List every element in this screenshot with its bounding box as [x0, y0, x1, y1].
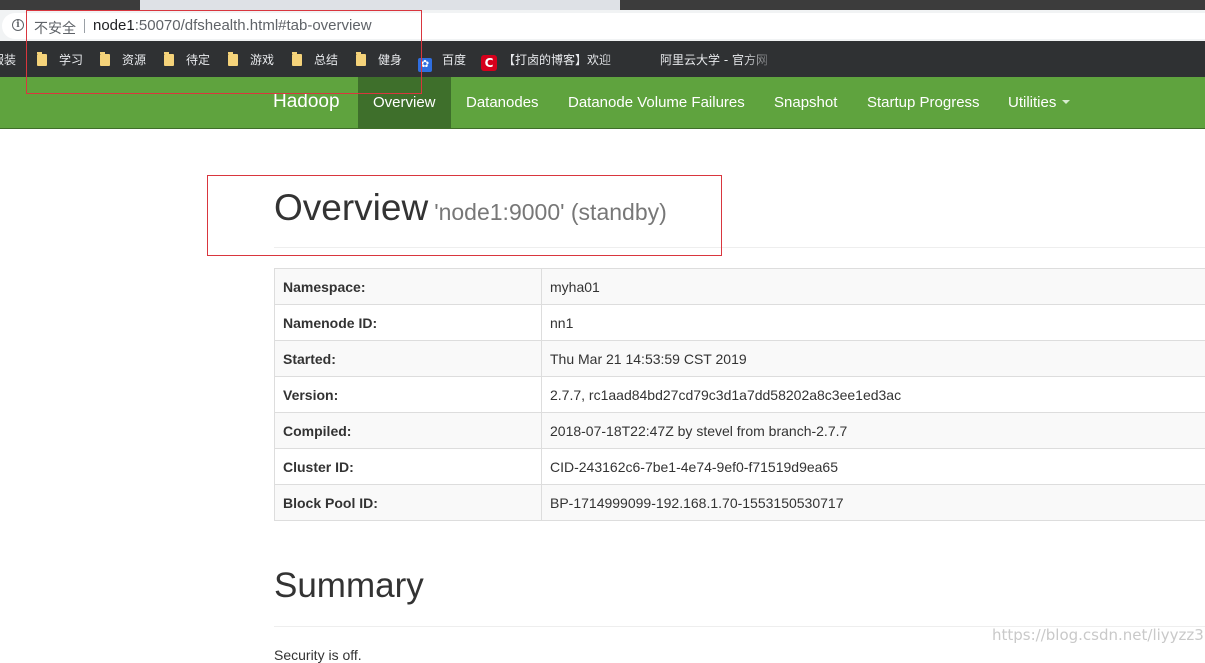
row-key: Namespace:	[275, 269, 542, 305]
bookmark-fade	[742, 49, 788, 71]
row-value: 2018-07-18T22:47Z by stevel from branch-…	[542, 413, 1205, 449]
table-row: Namenode ID:nn1	[275, 305, 1205, 341]
nav-utilities[interactable]: Utilities	[1008, 77, 1070, 128]
row-key: Namenode ID:	[275, 305, 542, 341]
row-key: Cluster ID:	[275, 449, 542, 485]
row-value: Thu Mar 21 14:53:59 CST 2019	[542, 341, 1205, 377]
watermark: https://blog.csdn.net/liyyzz33	[992, 626, 1205, 644]
table-row: Started:Thu Mar 21 14:53:59 CST 2019	[275, 341, 1205, 377]
row-value: 2.7.7, rc1aad84bd27cd79c3d1a7dd58202a8c3…	[542, 377, 1205, 413]
nav-startup-progress[interactable]: Startup Progress	[867, 77, 980, 128]
row-key: Started:	[275, 341, 542, 377]
table-row: Namespace:myha01	[275, 269, 1205, 305]
summary-title: Summary	[274, 566, 424, 606]
row-key: Compiled:	[275, 413, 542, 449]
table-row: Block Pool ID:BP-1714999099-192.168.1.70…	[275, 485, 1205, 521]
row-key: Block Pool ID:	[275, 485, 542, 521]
tab-edge-left	[0, 0, 140, 10]
summary-first-line: Security is off.	[274, 647, 362, 663]
url-highlight-box	[26, 10, 422, 94]
tab-edge-right	[620, 0, 1205, 10]
bookmark-csdn-blog[interactable]: C 【打卤的博客】欢迎	[481, 51, 611, 69]
bookmark-fashion[interactable]: 服装	[0, 51, 16, 69]
overview-table: Namespace:myha01 Namenode ID:nn1 Started…	[274, 268, 1205, 521]
bookmark-fade	[598, 49, 658, 71]
nav-datanodes[interactable]: Datanodes	[466, 77, 539, 128]
csdn-c-icon: C	[481, 55, 497, 71]
table-row: Cluster ID:CID-243162c6-7be1-4e74-9ef0-f…	[275, 449, 1205, 485]
bookmark-label: 服装	[0, 53, 16, 67]
table-row: Version:2.7.7, rc1aad84bd27cd79c3d1a7dd5…	[275, 377, 1205, 413]
navbar-brand[interactable]: Hadoop	[273, 91, 340, 113]
overview-highlight-box	[207, 175, 722, 256]
browser-tab-strip	[0, 0, 1205, 10]
row-value: BP-1714999099-192.168.1.70-1553150530717	[542, 485, 1205, 521]
table-row: Compiled:2018-07-18T22:47Z by stevel fro…	[275, 413, 1205, 449]
row-value: CID-243162c6-7be1-4e74-9ef0-f71519d9ea65	[542, 449, 1205, 485]
bookmark-label: 【打卤的博客】欢迎	[503, 53, 611, 67]
info-icon[interactable]: i	[12, 19, 24, 31]
nav-utilities-label: Utilities	[1008, 94, 1056, 111]
nav-datanode-volume-failures[interactable]: Datanode Volume Failures	[568, 77, 745, 128]
row-value: nn1	[542, 305, 1205, 341]
row-value: myha01	[542, 269, 1205, 305]
bookmark-label: 百度	[442, 53, 466, 67]
row-key: Version:	[275, 377, 542, 413]
nav-snapshot[interactable]: Snapshot	[774, 77, 837, 128]
chevron-down-icon	[1062, 100, 1070, 104]
bookmark-baidu[interactable]: ✿百度	[418, 51, 466, 69]
